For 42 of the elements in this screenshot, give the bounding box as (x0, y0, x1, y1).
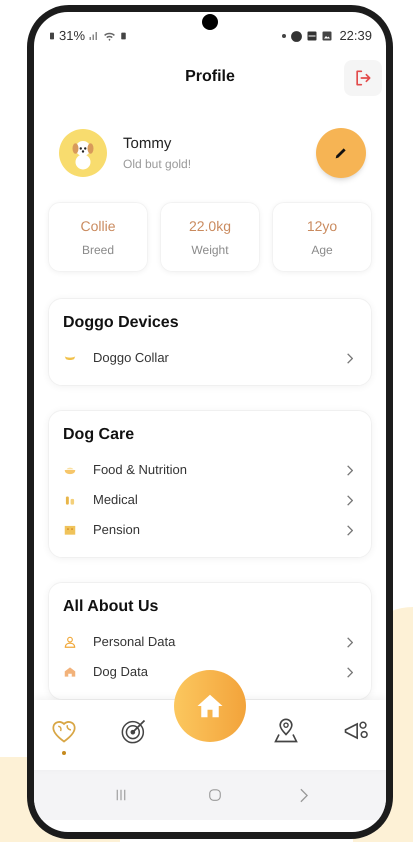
chevron-right-icon (347, 352, 353, 364)
section-title: All About Us (63, 597, 160, 617)
profile-name: Tommy (123, 134, 172, 154)
home-key-icon (206, 786, 224, 804)
back-chevron-icon (300, 788, 308, 802)
logout-button[interactable] (344, 60, 382, 96)
dog-house-icon (63, 665, 77, 679)
home-key[interactable] (206, 786, 224, 804)
menu-item[interactable]: Food & Nutrition (63, 455, 357, 485)
stat-label: Weight (191, 242, 229, 258)
menu-item[interactable]: Doggo Collar (63, 343, 357, 373)
person-icon (63, 635, 77, 649)
stat-value: 12yo (306, 216, 338, 236)
back-button[interactable] (300, 788, 308, 802)
notes-icon (306, 30, 318, 42)
status-time: 22:39 (339, 27, 372, 46)
camera-hole (202, 14, 218, 30)
chevron-right-icon (347, 524, 353, 536)
menu-item[interactable]: Pension (63, 515, 357, 545)
chevron-right-icon (347, 666, 353, 678)
page-title: Profile (185, 67, 235, 87)
stat-label: Age (311, 242, 333, 258)
menu-item[interactable]: Personal Data (63, 627, 357, 657)
chevron-right-icon (347, 636, 353, 648)
menu-item[interactable]: Medical (63, 485, 357, 515)
edit-button[interactable] (316, 128, 366, 178)
gallery-icon (321, 30, 334, 42)
chevron-right-icon (347, 464, 353, 476)
building-icon (63, 523, 77, 537)
chevron-right-icon (347, 494, 353, 506)
profile-tagline: Old but gold! (123, 156, 192, 174)
battery-percent: 31% (59, 27, 86, 46)
stat-value: 22.0kg (188, 216, 232, 236)
stat-value: Collie (80, 216, 116, 236)
stat-label: Breed (82, 242, 114, 258)
map-pin-icon (272, 717, 300, 745)
dot-icon (281, 33, 288, 39)
section-title: Dog Care (63, 425, 136, 445)
battery-icon (48, 30, 56, 42)
section-title: Doggo Devices (63, 313, 180, 333)
sim-icon (119, 30, 128, 42)
target-icon (120, 717, 148, 745)
